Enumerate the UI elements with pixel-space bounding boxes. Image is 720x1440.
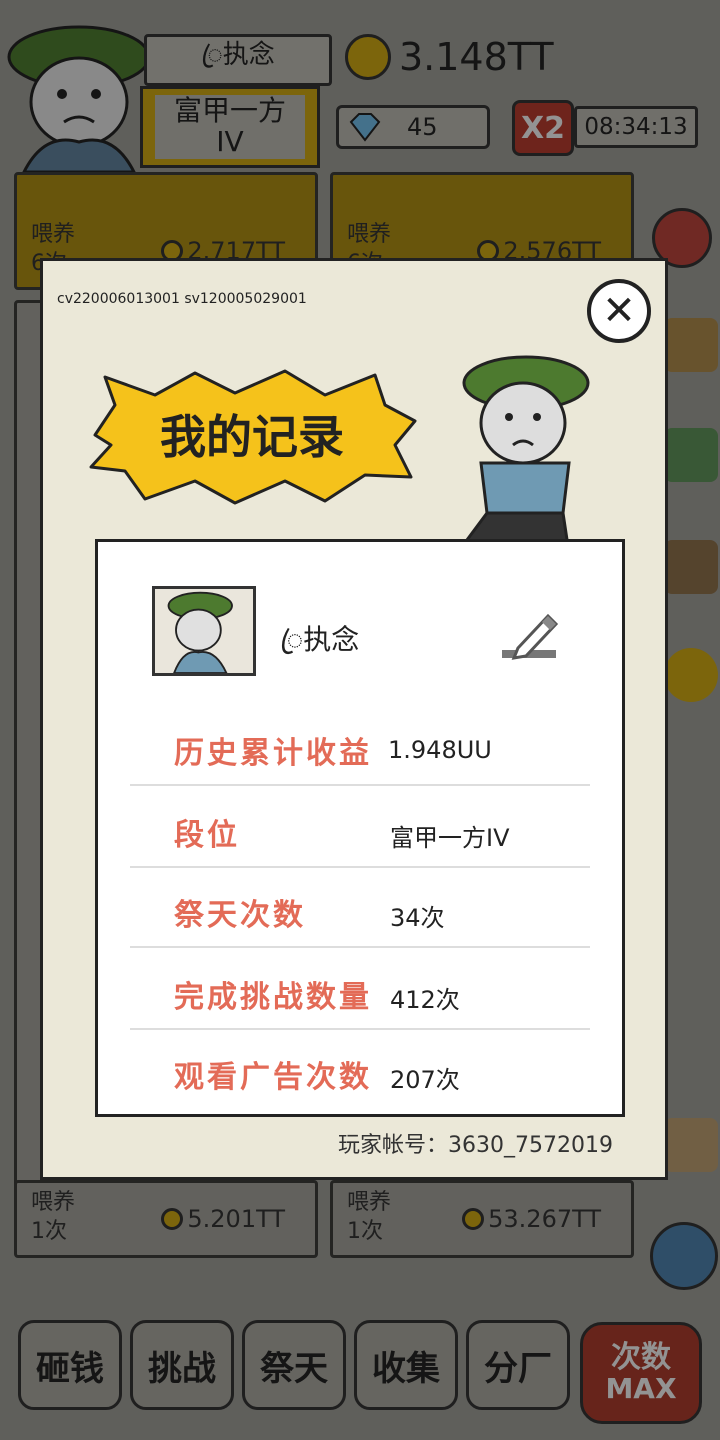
stat-row-rank: 段位 富甲一方IV [174,786,594,866]
profile-name: ꦿ执念 [280,623,360,656]
stat-value: 富甲一方IV [390,824,510,852]
close-button[interactable]: ✕ [587,279,651,343]
stat-row-ads-watched: 观看广告次数 207次 [174,1028,594,1108]
stat-value: 34次 [390,904,445,932]
stat-value: 1.948UU [388,736,492,764]
version-text: cv220006013001 sv120005029001 [57,291,307,307]
profile-avatar[interactable] [152,586,256,676]
stat-row-sacrifice-count: 祭天次数 34次 [174,866,594,946]
close-icon: ✕ [602,288,636,334]
stat-value: 412次 [390,986,460,1014]
stat-label: 历史累计收益 [174,736,372,771]
my-records-dialog: cv220006013001 sv120005029001 ✕ 我的记录 ꦿ执念… [40,258,668,1180]
stat-label: 观看广告次数 [174,1060,372,1095]
records-panel: ꦿ执念 历史累计收益 1.948UU 段位 富甲一方IV 祭天次数 34次 完成… [95,539,625,1117]
stat-row-challenges: 完成挑战数量 412次 [174,948,594,1028]
stat-value: 207次 [390,1066,460,1094]
dialog-title: 我的记录 [160,410,344,464]
stat-row-total-income: 历史累计收益 1.948UU [174,704,594,784]
stat-label: 祭天次数 [174,898,306,933]
stat-label: 完成挑战数量 [174,980,372,1015]
edit-pencil-icon[interactable] [498,604,560,668]
stat-label: 段位 [174,818,240,853]
account-id: 玩家帐号：3630_7572019 [338,1133,613,1158]
title-banner: 我的记录 [89,369,417,505]
